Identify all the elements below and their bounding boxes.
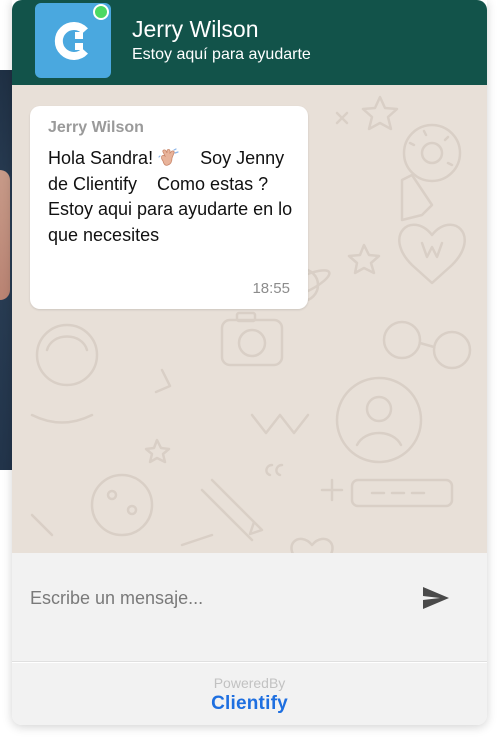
message-bubble: Jerry Wilson Hola Sandra! Soy Jenny de C… bbox=[30, 106, 308, 309]
online-status-dot bbox=[93, 4, 109, 20]
agent-name: Jerry Wilson bbox=[132, 16, 259, 42]
message-input[interactable] bbox=[30, 583, 410, 613]
chat-header: Jerry Wilson Estoy aquí para ayudarte bbox=[12, 0, 487, 85]
waving-hand-icon bbox=[158, 148, 179, 166]
clientify-logo-icon bbox=[54, 21, 88, 60]
send-icon bbox=[423, 587, 449, 609]
send-button[interactable] bbox=[420, 583, 452, 613]
chat-messages-area[interactable]: Jerry Wilson Hola Sandra! Soy Jenny de C… bbox=[12, 85, 487, 553]
message-timestamp: 18:55 bbox=[252, 280, 290, 297]
message-text-part-1: Hola Sandra! bbox=[48, 148, 159, 168]
chat-widget: Jerry Wilson Estoy aquí para ayudarte Je… bbox=[12, 0, 487, 725]
widget-footer: PoweredBy Clientify bbox=[12, 663, 487, 725]
message-text: Hola Sandra! Soy Jenny de Clientify Como… bbox=[48, 146, 294, 248]
message-composer bbox=[12, 553, 487, 662]
agent-status: Estoy aquí para ayudarte bbox=[132, 46, 311, 63]
powered-by-label: PoweredBy bbox=[213, 675, 286, 691]
background-photo-hand bbox=[0, 170, 10, 300]
clientify-brand-link[interactable]: Clientify bbox=[12, 693, 487, 715]
message-sender: Jerry Wilson bbox=[48, 119, 144, 136]
